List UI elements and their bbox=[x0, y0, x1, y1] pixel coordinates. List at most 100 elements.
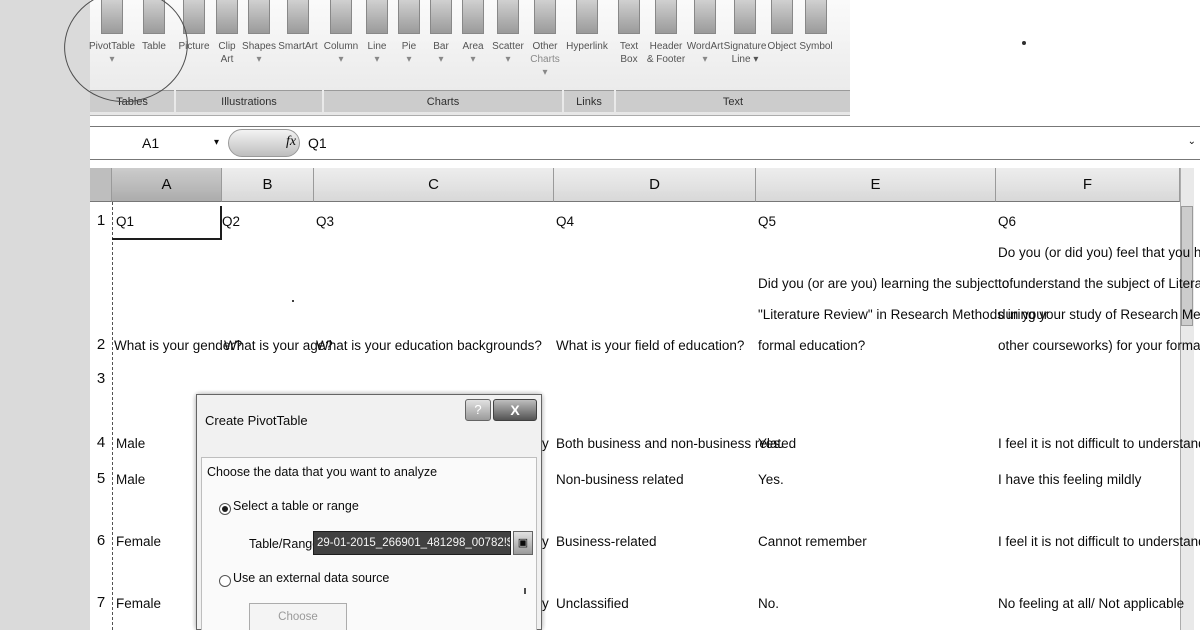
clip-art-button[interactable]: Clip Art bbox=[214, 0, 240, 88]
column-chart-button[interactable]: Column ▾ bbox=[322, 0, 360, 88]
select-all-corner[interactable] bbox=[90, 168, 112, 202]
other-charts-button[interactable]: Other Charts ▾ bbox=[528, 0, 562, 88]
area-chart-button[interactable]: Area ▾ bbox=[458, 0, 488, 88]
hyperlink-icon bbox=[576, 0, 598, 34]
symbol-label: Symbol bbox=[799, 41, 833, 52]
cell-a4[interactable]: Male bbox=[116, 428, 145, 459]
column-header-c[interactable]: C bbox=[314, 168, 554, 202]
cell-e6[interactable]: Cannot remember bbox=[758, 526, 867, 557]
cell-f6[interactable]: I feel it is not difficult to understand bbox=[998, 526, 1200, 557]
column-header-a[interactable]: A bbox=[112, 168, 222, 202]
cell-e1[interactable]: Q5 bbox=[758, 206, 776, 237]
name-box[interactable]: A1 bbox=[142, 135, 159, 151]
scatter-sub: ▾ bbox=[505, 54, 511, 65]
cell-b1[interactable]: Q2 bbox=[222, 206, 240, 237]
cell-d6[interactable]: Business-related bbox=[556, 526, 657, 557]
other-label: Other bbox=[532, 41, 558, 52]
text-box-button[interactable]: Text Box bbox=[616, 0, 642, 88]
cell-f1[interactable]: Q6 bbox=[998, 206, 1016, 237]
cell-e5[interactable]: Yes. bbox=[758, 464, 784, 495]
picture-icon bbox=[183, 0, 205, 34]
column-chart-icon bbox=[330, 0, 352, 34]
object-button[interactable]: Object bbox=[766, 0, 798, 88]
expand-formula-icon[interactable]: ⌄ bbox=[1188, 136, 1196, 147]
wordart-label: WordArt bbox=[686, 41, 724, 52]
line-chart-button[interactable]: Line ▾ bbox=[362, 0, 392, 88]
cell-c4-tail[interactable]: y bbox=[542, 428, 549, 459]
scatter-chart-button[interactable]: Scatter ▾ bbox=[490, 0, 526, 88]
row-header-4[interactable]: 4 bbox=[90, 434, 112, 451]
signature-label: Signature bbox=[723, 41, 767, 52]
cell-c1[interactable]: Q3 bbox=[316, 206, 334, 237]
smartart-button[interactable]: SmartArt bbox=[276, 0, 320, 88]
cell-d2[interactable]: What is your field of education? bbox=[556, 330, 744, 361]
cell-d5[interactable]: Non-business related bbox=[556, 464, 684, 495]
cell-e4[interactable]: Yes. bbox=[758, 428, 784, 459]
bar-chart-button[interactable]: Bar ▾ bbox=[426, 0, 456, 88]
other-charts-icon bbox=[534, 0, 556, 34]
page-margin bbox=[0, 0, 90, 630]
external-source-radio[interactable] bbox=[219, 575, 231, 587]
cell-d7[interactable]: Unclassified bbox=[556, 588, 629, 619]
cell-f7[interactable]: No feeling at all/ Not applicable bbox=[998, 588, 1184, 619]
cell-c2[interactable]: What is your education backgrounds? bbox=[316, 330, 542, 361]
formula-input[interactable]: Q1 bbox=[308, 135, 327, 151]
pie-chart-icon bbox=[398, 0, 420, 34]
row-header-3[interactable]: 3 bbox=[90, 370, 112, 387]
active-cell-outline bbox=[112, 206, 222, 240]
smartart-label: SmartArt bbox=[278, 41, 318, 52]
close-button[interactable]: X bbox=[493, 399, 537, 421]
row-header-7[interactable]: 7 bbox=[90, 594, 112, 611]
row-header-1[interactable]: 1 bbox=[90, 212, 112, 229]
group-illustrations: Illustrations bbox=[176, 90, 322, 112]
cell-d1[interactable]: Q4 bbox=[556, 206, 574, 237]
row-header-2[interactable]: 2 bbox=[90, 336, 112, 353]
column-header-b[interactable]: B bbox=[222, 168, 314, 202]
external-source-label[interactable]: Use an external data source bbox=[233, 571, 389, 585]
scatter-label: Scatter bbox=[492, 41, 524, 52]
cell-c6-tail[interactable]: y bbox=[542, 526, 549, 557]
column-header-e[interactable]: E bbox=[756, 168, 996, 202]
cell-e7[interactable]: No. bbox=[758, 588, 779, 619]
name-box-dropdown-icon[interactable]: ▾ bbox=[214, 137, 219, 148]
clip-art-label: Clip bbox=[218, 41, 236, 52]
cell-f4[interactable]: I feel it is not difficult to understand bbox=[998, 428, 1200, 459]
signature-line-button[interactable]: Signature Line ▾ bbox=[724, 0, 766, 88]
symbol-button[interactable]: Symbol bbox=[798, 0, 834, 88]
pie-label: Pie bbox=[401, 41, 417, 52]
symbol-icon bbox=[805, 0, 827, 34]
create-pivottable-dialog: Create PivotTable ? X Choose the data th… bbox=[196, 394, 542, 630]
bar-sub: ▾ bbox=[438, 54, 444, 65]
cell-a5[interactable]: Male bbox=[116, 464, 145, 495]
row-header-6[interactable]: 6 bbox=[90, 532, 112, 549]
cell-a6[interactable]: Female bbox=[116, 526, 161, 557]
cell-f5[interactable]: I have this feeling mildly bbox=[998, 464, 1141, 495]
area-chart-icon bbox=[462, 0, 484, 34]
insert-function-icon[interactable]: fx bbox=[286, 134, 296, 150]
table-range-input[interactable]: 29-01-2015_266901_481298_00782!$A$1:$ bbox=[313, 531, 511, 555]
wordart-button[interactable]: WordArt ▾ bbox=[686, 0, 724, 88]
hyperlink-label: Hyperlink bbox=[566, 41, 608, 52]
help-button[interactable]: ? bbox=[465, 399, 491, 421]
clip-art-sub: Art bbox=[220, 54, 234, 65]
hyperlink-button[interactable]: Hyperlink bbox=[564, 0, 610, 88]
cell-a7[interactable]: Female bbox=[116, 588, 161, 619]
pie-chart-button[interactable]: Pie ▾ bbox=[394, 0, 424, 88]
shapes-button[interactable]: Shapes ▾ bbox=[242, 0, 276, 88]
object-label: Object bbox=[767, 41, 797, 52]
row-header-5[interactable]: 5 bbox=[90, 470, 112, 487]
area-sub: ▾ bbox=[470, 54, 476, 65]
range-picker-icon[interactable]: ▣ bbox=[513, 531, 533, 555]
header-footer-button[interactable]: Header & Footer bbox=[646, 0, 686, 88]
scan-speck bbox=[292, 300, 294, 302]
select-table-label[interactable]: Select a table or range bbox=[233, 499, 359, 513]
select-table-radio[interactable] bbox=[219, 503, 231, 515]
text-box-icon bbox=[618, 0, 640, 34]
header-label: Header bbox=[649, 41, 683, 52]
choose-connection-button[interactable]: Choose Connection... bbox=[249, 603, 347, 630]
cell-c7-tail[interactable]: y bbox=[542, 588, 549, 619]
column-header-d[interactable]: D bbox=[554, 168, 756, 202]
column-header-f[interactable]: F bbox=[996, 168, 1180, 202]
wordart-icon bbox=[694, 0, 716, 34]
header-footer-icon bbox=[655, 0, 677, 34]
